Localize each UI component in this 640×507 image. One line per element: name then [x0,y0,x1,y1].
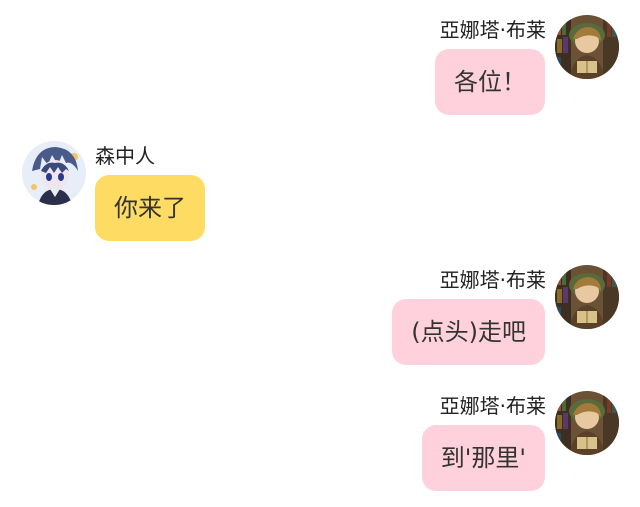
message-bubble[interactable]: 到'那里' [421,425,545,491]
sender-name: 亞娜塔·布莱 [439,268,546,292]
message-bubble[interactable]: (点头)走吧 [392,299,545,365]
sender-name: 森中人 [95,144,155,168]
sender-name: 亞娜塔·布莱 [439,394,546,418]
reader-avatar-icon[interactable] [555,391,619,455]
reader-avatar-icon[interactable] [555,265,619,329]
reader-avatar-icon[interactable] [555,15,619,79]
sender-name: 亞娜塔·布莱 [439,18,546,42]
message-bubble[interactable]: 各位！ [435,49,545,115]
message-bubble[interactable]: 你来了 [95,175,205,241]
chat-area: 亞娜塔·布莱 各位！ 森中人 你来了 亞娜塔·布莱 (点头)走吧 亞娜塔·布莱 … [0,0,640,507]
anime-boy-avatar-icon[interactable] [22,141,86,205]
